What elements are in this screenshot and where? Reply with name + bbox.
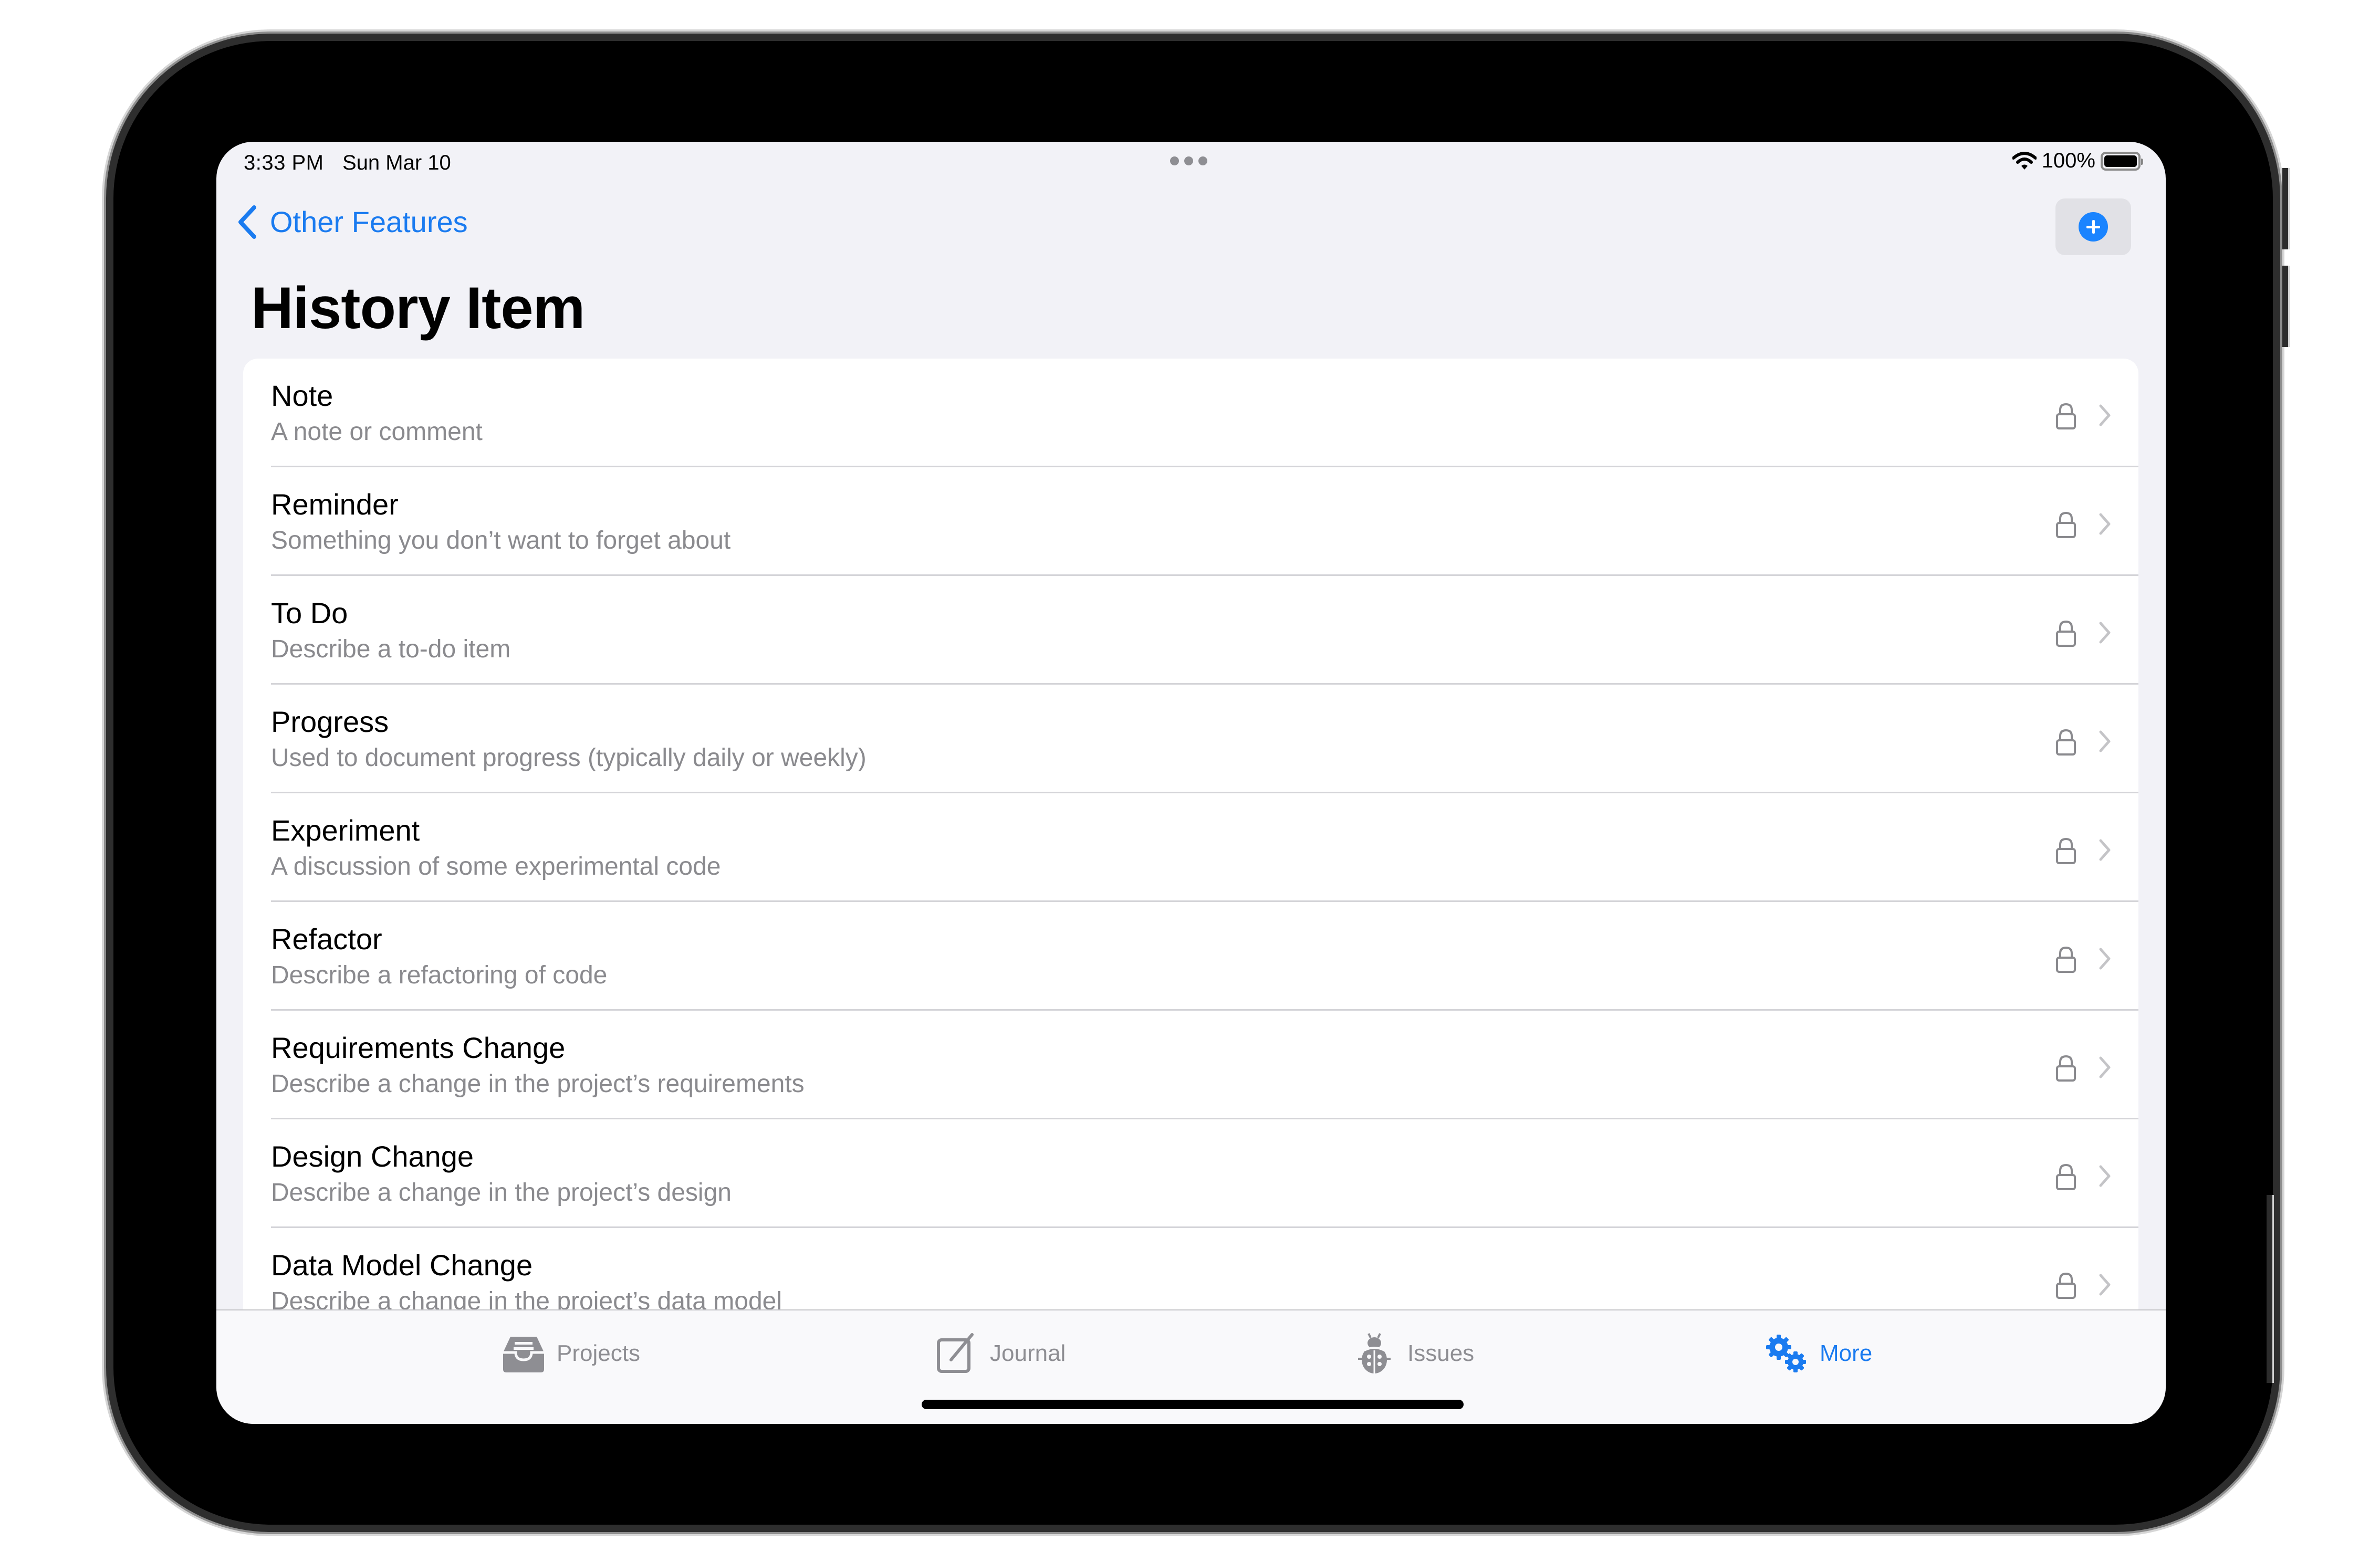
chevron-right-icon [2099,1165,2111,1187]
item-title: Design Change [271,1140,474,1173]
history-item-list: Note A note or comment Reminder Something y… [243,359,2138,1337]
chevron-right-icon [2099,1274,2111,1296]
item-title: Requirements Change [271,1031,566,1064]
chevron-right-icon [2099,404,2111,426]
item-subtitle: Used to document progress (typically dai… [271,744,867,772]
tab-journal-label: Journal [990,1340,1066,1366]
square-pencil-icon [937,1333,974,1373]
chevron-right-icon [2099,948,2111,970]
ellipsis-icon[interactable] [1170,156,1207,165]
status-bar: 3:33 PM Sun Mar 10 100% [216,142,2166,184]
list-item[interactable]: Design Change Describe a change in the pr… [243,1119,2138,1228]
list-item[interactable]: Refactor Describe a refactoring of code [243,902,2138,1011]
tab-more-label: More [1820,1340,1873,1366]
volume-down-button [2282,266,2290,347]
gears-icon [1766,1335,1806,1372]
screen: 3:33 PM Sun Mar 10 100% Other Features H… [216,142,2166,1424]
status-time: 3:33 PM [244,151,324,174]
list-item[interactable]: Requirements Change Describe a change in … [243,1011,2138,1119]
back-button[interactable]: Other Features [237,205,468,239]
battery-percent: 100% [2041,149,2095,172]
tray-icon [503,1337,544,1372]
list-item[interactable]: Note A note or comment [243,359,2138,467]
lock-icon [2056,1163,2076,1190]
item-title: Data Model Change [271,1249,533,1282]
lock-icon [2056,1055,2076,1082]
side-button [2267,1195,2274,1383]
chevron-right-icon [2099,839,2111,861]
ladybug-icon [1358,1333,1391,1373]
item-subtitle: Something you don’t want to forget about [271,527,731,554]
chevron-right-icon [2099,513,2111,535]
tab-issues-label: Issues [1407,1340,1475,1366]
item-title: Reminder [271,488,399,521]
status-date: Sun Mar 10 [342,151,451,174]
plus-circle-icon [2079,212,2108,242]
lock-icon [2056,946,2076,973]
item-subtitle: Describe a change in the project’s desig… [271,1179,732,1207]
lock-icon [2056,729,2076,756]
lock-icon [2056,837,2076,864]
list-item[interactable]: Experiment A discussion of some experimen… [243,793,2138,902]
item-title: Refactor [271,922,382,956]
lock-icon [2056,511,2076,538]
chevron-left-icon [238,205,256,239]
item-title: Experiment [271,814,420,847]
home-indicator[interactable] [922,1400,1464,1409]
add-button[interactable] [2055,198,2131,255]
chevron-right-icon [2099,1056,2111,1078]
tab-projects[interactable]: Projects [500,1333,640,1375]
list-item[interactable]: Reminder Something you don’t want to forg… [243,467,2138,576]
tab-projects-label: Projects [557,1340,640,1366]
wifi-icon [2012,151,2037,170]
item-title: Note [271,379,333,412]
lock-icon [2056,1272,2076,1299]
item-subtitle: A note or comment [271,418,483,446]
list-item[interactable]: To Do Describe a to-do item [243,576,2138,685]
list-item[interactable]: Progress Used to document progress (typic… [243,685,2138,793]
volume-up-button [2282,168,2290,249]
chevron-right-icon [2099,730,2111,752]
item-title: Progress [271,705,389,738]
lock-icon [2056,403,2076,429]
lock-icon [2056,620,2076,647]
item-subtitle: Describe a change in the project’s requi… [271,1070,805,1098]
chevron-right-icon [2099,622,2111,644]
item-subtitle: Describe a to-do item [271,635,511,663]
back-label: Other Features [270,205,468,238]
tab-journal[interactable]: Journal [933,1333,1066,1375]
page-title: History Item [251,275,585,341]
item-subtitle: A discussion of some experimental code [271,853,721,880]
navigation-bar: Other Features [216,194,2166,255]
tab-more[interactable]: More [1763,1333,1872,1375]
item-subtitle: Describe a refactoring of code [271,961,608,989]
item-title: To Do [271,596,348,630]
battery-icon [2101,151,2143,171]
tab-issues[interactable]: Issues [1351,1333,1474,1375]
